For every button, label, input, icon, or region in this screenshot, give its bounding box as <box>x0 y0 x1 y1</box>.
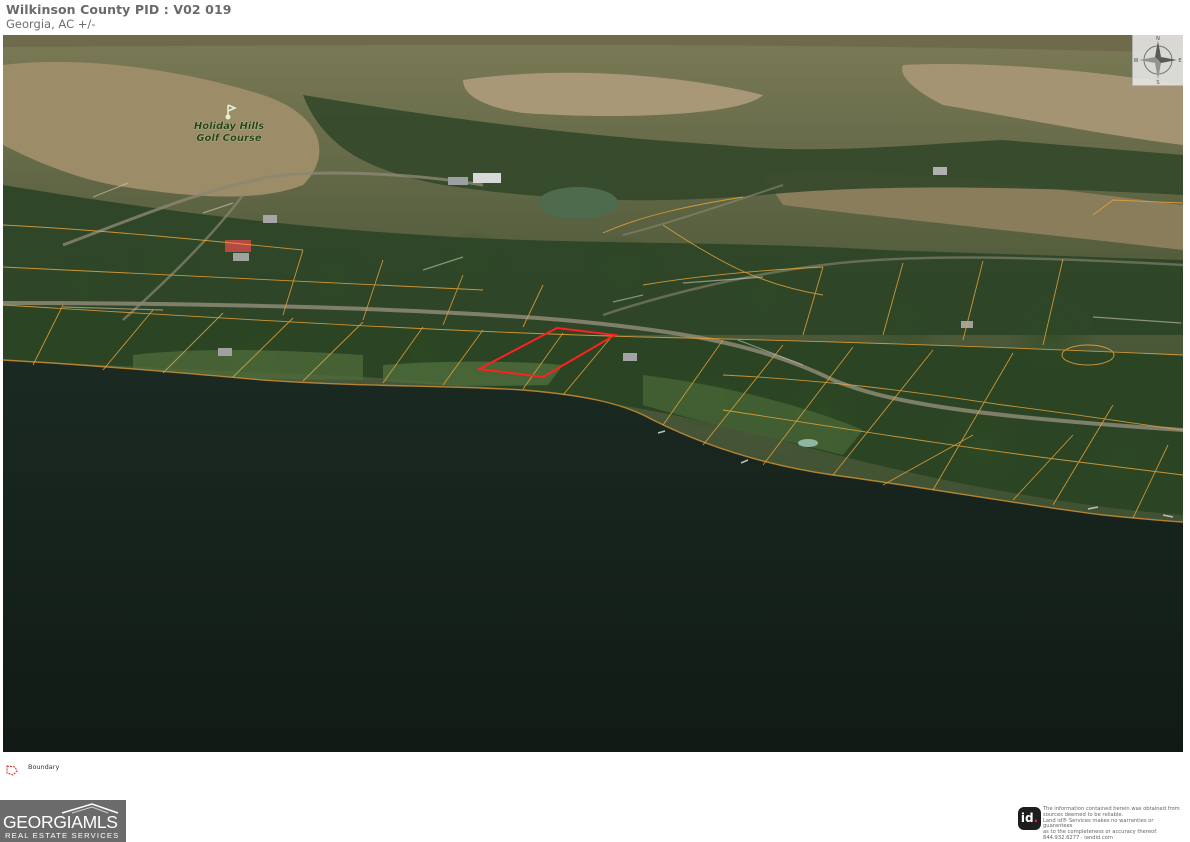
disclaimer: The information contained herein was obt… <box>1043 806 1180 841</box>
svg-text:W: W <box>1134 58 1139 64</box>
poi-label-line1: Holiday Hills <box>194 121 264 132</box>
lawn-center <box>383 361 563 386</box>
georgia-mls-logo: GEORGIAMLS REAL ESTATE SERVICES <box>0 800 126 842</box>
aerial-map[interactable]: Holiday Hills Golf Course N S E W <box>3 35 1183 752</box>
page-subtitle: Georgia, AC +/- <box>6 17 96 31</box>
legend-boundary-label: Boundary <box>28 763 60 771</box>
landid-logo: id. <box>1018 807 1041 830</box>
page-title: Wilkinson County PID : V02 019 <box>6 2 232 17</box>
svg-text:E: E <box>1178 58 1181 64</box>
poi-label-line2: Golf Course <box>196 133 262 144</box>
compass-rose: N S E W <box>1132 35 1183 86</box>
gmls-main-text: GEORGIAMLS <box>3 812 118 832</box>
svg-text:N: N <box>1156 36 1160 42</box>
pond <box>538 187 618 219</box>
map-svg: Holiday Hills Golf Course <box>3 35 1183 752</box>
boundary-polygon-icon <box>6 761 18 780</box>
svg-text:S: S <box>1156 80 1159 85</box>
compass-icon: N S E W <box>1134 36 1182 85</box>
gmls-sub-text: REAL ESTATE SERVICES <box>5 831 120 840</box>
